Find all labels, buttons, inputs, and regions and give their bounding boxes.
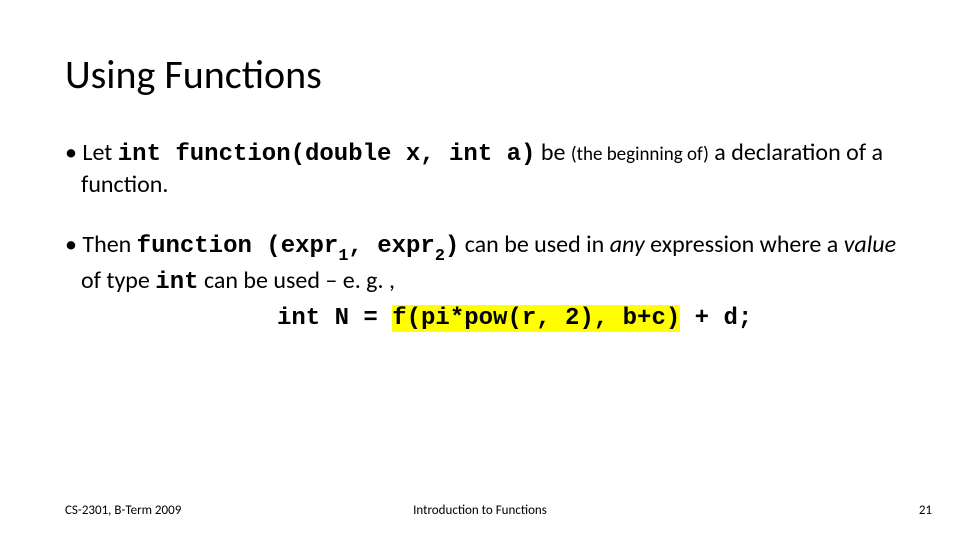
- slide-title: Using Functions: [65, 50, 322, 99]
- code-int: int: [155, 269, 198, 296]
- code-declaration: int function(double x, int a): [118, 141, 536, 168]
- bullet-1: Let int function(double x, int a) be (th…: [65, 138, 900, 200]
- paren-note: (the beginning of): [571, 143, 709, 166]
- text: expression where a: [645, 230, 844, 259]
- text: of type: [81, 266, 155, 295]
- emph-value: value: [844, 230, 896, 259]
- code-post: + d;: [680, 305, 752, 332]
- code-pre: int N =: [277, 305, 392, 332]
- footer-title: Introduction to Functions: [0, 503, 960, 518]
- slide-body: Let int function(double x, int a) be (th…: [65, 138, 900, 364]
- code-example-line: int N = f(pi*pow(r, 2), b+c) + d;: [81, 304, 900, 334]
- code-highlight: f(pi*pow(r, 2), b+c): [392, 305, 680, 332]
- code-call: function (expr1, expr2): [137, 233, 460, 260]
- text: can be used – e. g. ,: [199, 266, 395, 295]
- text: can be used in: [459, 230, 609, 259]
- bullet-2: Then function (expr1, expr2) can be used…: [65, 230, 900, 334]
- text: be: [535, 138, 570, 167]
- page-number: 21: [919, 503, 932, 518]
- text: Then: [82, 230, 136, 259]
- text: Let: [82, 138, 117, 167]
- emph-any: any: [610, 230, 645, 259]
- slide: Using Functions Let int function(double …: [0, 0, 960, 540]
